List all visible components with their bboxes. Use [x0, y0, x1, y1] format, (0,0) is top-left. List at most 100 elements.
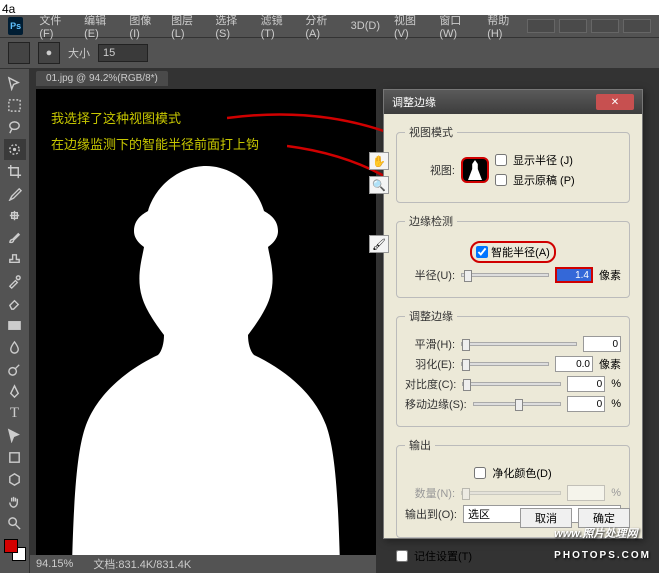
output-to-label: 输出到(O): — [405, 506, 457, 522]
annotation-text-1: 我选择了这种视图模式 — [51, 108, 181, 127]
titlebar-button[interactable] — [559, 19, 587, 33]
refine-brush-icon[interactable]: 🖌 — [369, 235, 389, 253]
titlebar-button[interactable] — [591, 19, 619, 33]
menu-filter[interactable]: 滤镜(T) — [255, 10, 298, 42]
contrast-slider[interactable] — [462, 382, 561, 386]
shape-tool-icon[interactable] — [4, 447, 26, 468]
canvas[interactable]: 我选择了这种视图模式 在边缘监测下的智能半径前面打上钩 — [36, 89, 376, 567]
zoom-level: 94.15% — [36, 558, 73, 570]
show-original-checkbox[interactable] — [495, 174, 507, 186]
shift-label: 移动边缘(S): — [405, 396, 467, 412]
document-tab[interactable]: 01.jpg @ 94.2%(RGB/8*) — [36, 71, 168, 86]
show-radius-label: 显示半径 (J) — [513, 152, 573, 168]
dialog-titlebar[interactable]: 调整边缘 ✕ — [384, 90, 642, 114]
doc-filesize: 文档:831.4K/831.4K — [93, 556, 191, 572]
smooth-label: 平滑(H): — [405, 336, 455, 352]
ok-button[interactable]: 确定 — [578, 508, 630, 528]
smart-radius-checkbox[interactable] — [476, 246, 488, 258]
color-swatches[interactable] — [4, 539, 26, 561]
annotation-text-2: 在边缘监测下的智能半径前面打上钩 — [51, 134, 259, 153]
photoshop-window: Ps 文件(F) 编辑(E) 图像(I) 图层(L) 选择(S) 滤镜(T) 分… — [0, 15, 659, 573]
zoom-tool-icon[interactable] — [4, 513, 26, 534]
menu-help[interactable]: 帮助(H) — [481, 10, 525, 42]
menu-analysis[interactable]: 分析(A) — [299, 10, 342, 42]
menu-view[interactable]: 视图(V) — [388, 10, 431, 42]
amount-unit: % — [611, 487, 621, 499]
view-mode-group: 视图模式 ✋ 🔍 视图: 显示半径 (J) 显示原稿 (P) — [396, 124, 630, 203]
eyedropper-tool-icon[interactable] — [4, 183, 26, 204]
menu-layer[interactable]: 图层(L) — [165, 10, 207, 42]
contrast-label: 对比度(C): — [405, 376, 456, 392]
radius-input[interactable] — [555, 267, 593, 283]
blur-tool-icon[interactable] — [4, 337, 26, 358]
fg-color-swatch[interactable] — [4, 539, 18, 553]
move-tool-icon[interactable] — [4, 73, 26, 94]
menu-image[interactable]: 图像(I) — [123, 10, 163, 42]
brush-preset-icon[interactable]: ● — [38, 42, 60, 64]
contrast-input[interactable] — [567, 376, 605, 392]
titlebar-button[interactable] — [527, 19, 555, 33]
shift-unit: % — [611, 398, 621, 410]
menu-window[interactable]: 窗口(W) — [433, 10, 479, 42]
menu-edit[interactable]: 编辑(E) — [78, 10, 121, 42]
menu-file[interactable]: 文件(F) — [33, 10, 76, 42]
eraser-tool-icon[interactable] — [4, 293, 26, 314]
decontaminate-checkbox[interactable] — [474, 467, 486, 479]
remember-checkbox[interactable] — [396, 550, 408, 562]
close-icon[interactable]: ✕ — [596, 94, 634, 110]
radius-label: 半径(U): — [405, 267, 455, 283]
history-brush-icon[interactable] — [4, 271, 26, 292]
amount-label: 数量(N): — [405, 485, 455, 501]
lasso-tool-icon[interactable] — [4, 117, 26, 138]
pen-tool-icon[interactable] — [4, 381, 26, 402]
gradient-tool-icon[interactable] — [4, 315, 26, 336]
marquee-tool-icon[interactable] — [4, 95, 26, 116]
adjust-edge-group: 调整边缘 平滑(H): 羽化(E):像素 对比度(C):% 移动边缘(S):% — [396, 308, 630, 427]
dodge-tool-icon[interactable] — [4, 359, 26, 380]
quickselect-tool-icon[interactable] — [4, 139, 26, 160]
shift-input[interactable] — [567, 396, 605, 412]
view-label: 视图: — [405, 162, 455, 178]
brush-size-input[interactable] — [98, 44, 148, 62]
radius-slider[interactable] — [461, 273, 549, 277]
path-tool-icon[interactable] — [4, 425, 26, 446]
output-legend: 输出 — [405, 437, 435, 453]
feather-input[interactable] — [555, 356, 593, 372]
crop-tool-icon[interactable] — [4, 161, 26, 182]
3d-tool-icon[interactable] — [4, 469, 26, 490]
hand-icon[interactable]: ✋ — [369, 152, 389, 170]
radius-unit: 像素 — [599, 267, 621, 283]
ps-logo-icon: Ps — [8, 17, 23, 35]
selection-silhouette — [66, 136, 346, 566]
dialog-title: 调整边缘 — [392, 94, 436, 110]
adjust-edge-legend: 调整边缘 — [405, 308, 457, 324]
smart-radius-label: 智能半径(A) — [491, 244, 550, 260]
heal-tool-icon[interactable] — [4, 205, 26, 226]
amount-input — [567, 485, 605, 501]
view-thumbnail[interactable] — [461, 157, 489, 183]
edge-detection-legend: 边缘检测 — [405, 213, 457, 229]
show-radius-checkbox[interactable] — [495, 154, 507, 166]
feather-label: 羽化(E): — [405, 356, 455, 372]
type-tool-icon[interactable]: T — [4, 403, 26, 424]
stamp-tool-icon[interactable] — [4, 249, 26, 270]
titlebar-button[interactable] — [623, 19, 651, 33]
current-tool-icon[interactable] — [8, 42, 30, 64]
smooth-input[interactable] — [583, 336, 621, 352]
page-label: 4a — [2, 2, 15, 16]
zoom-icon[interactable]: 🔍 — [369, 176, 389, 194]
brush-tool-icon[interactable] — [4, 227, 26, 248]
feather-slider[interactable] — [461, 362, 549, 366]
smooth-slider[interactable] — [461, 342, 577, 346]
shift-slider[interactable] — [473, 402, 561, 406]
cancel-button[interactable]: 取消 — [520, 508, 572, 528]
status-bar: 94.15% 文档:831.4K/831.4K — [30, 555, 376, 573]
tools-panel: T — [0, 69, 30, 573]
menu-3d[interactable]: 3D(D) — [345, 18, 386, 34]
menu-bar: Ps 文件(F) 编辑(E) 图像(I) 图层(L) 选择(S) 滤镜(T) 分… — [0, 15, 659, 37]
hand-tool-icon[interactable] — [4, 491, 26, 512]
remember-label: 记住设置(T) — [414, 548, 472, 564]
refine-edge-dialog: 调整边缘 ✕ 视图模式 ✋ 🔍 视图: 显示半径 (J) 显示原稿 (P) 边缘… — [383, 89, 643, 539]
menu-select[interactable]: 选择(S) — [209, 10, 252, 42]
amount-slider — [461, 491, 561, 495]
